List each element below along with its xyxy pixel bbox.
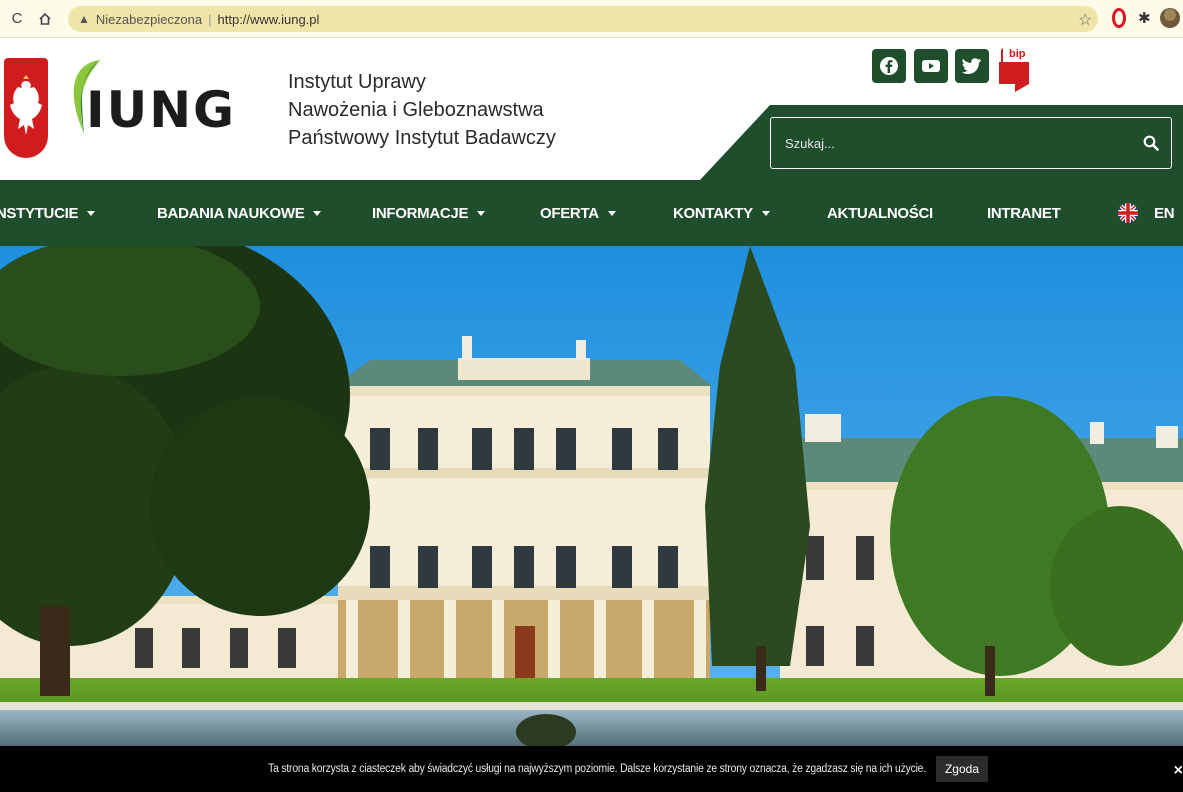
nav-label: INTRANET — [987, 204, 1061, 222]
extension-icon[interactable]: ✱ — [1138, 9, 1151, 27]
main-navigation: INSTYTUCIE BADANIA NAUKOWE INFORMACJE OF… — [0, 180, 1183, 246]
nav-item-kontakty[interactable]: KONTAKTY — [673, 180, 770, 246]
nav-label: INFORMACJE — [372, 204, 469, 222]
chevron-down-icon — [477, 210, 486, 216]
iung-logo[interactable]: IUNG — [86, 81, 236, 139]
facebook-icon[interactable] — [872, 49, 906, 83]
address-bar[interactable]: ▲ Niezabezpieczona | http://www.iung.pl — [68, 6, 1098, 32]
search-input[interactable] — [771, 118, 1131, 168]
search-icon[interactable] — [1131, 118, 1171, 168]
nav-label: KONTAKTY — [673, 204, 753, 222]
reload-icon[interactable]: C — [6, 8, 28, 30]
nav-item-intranet[interactable]: INTRANET — [987, 180, 1061, 246]
home-icon[interactable] — [34, 8, 56, 30]
nav-label: INSTYTUCIE — [0, 204, 79, 222]
cookie-text: Ta strona korzysta z ciasteczek aby świa… — [268, 763, 926, 775]
youtube-icon[interactable] — [914, 49, 948, 83]
chevron-down-icon — [607, 210, 616, 216]
polish-emblem-icon — [4, 58, 48, 158]
close-icon[interactable]: × — [1174, 762, 1183, 780]
bip-logo[interactable]: bip — [997, 48, 1031, 96]
nav-label: OFERTA — [540, 204, 599, 222]
chevron-down-icon — [761, 210, 770, 216]
twitter-icon[interactable] — [955, 49, 989, 83]
opera-icon[interactable] — [1112, 8, 1126, 28]
institute-name: Instytut Uprawy Nawożenia i Gleboznawstw… — [288, 68, 556, 152]
institute-line-1: Instytut Uprawy — [288, 71, 426, 93]
institute-line-3: Państwowy Instytut Badawczy — [288, 127, 556, 149]
language-label: EN — [1154, 204, 1175, 222]
profile-avatar[interactable] — [1160, 8, 1180, 28]
nav-label: AKTUALNOŚCI — [827, 204, 933, 222]
nav-item-aktualnosci[interactable]: AKTUALNOŚCI — [827, 180, 933, 246]
institute-line-2: Nawożenia i Gleboznawstwa — [288, 99, 544, 121]
nav-item-badania-naukowe[interactable]: BADANIA NAUKOWE — [157, 180, 322, 246]
chevron-down-icon — [313, 210, 322, 216]
search-box — [770, 117, 1172, 169]
url-text: http://www.iung.pl — [217, 11, 320, 27]
warning-icon: ▲ — [78, 12, 90, 26]
cookie-banner: Ta strona korzysta z ciasteczek aby świa… — [0, 746, 1183, 792]
language-switch-en[interactable]: EN — [1118, 180, 1175, 246]
chevron-down-icon — [87, 210, 96, 216]
nav-item-instytucie[interactable]: INSTYTUCIE — [0, 180, 96, 246]
nav-item-oferta[interactable]: OFERTA — [540, 180, 616, 246]
hero-image — [0, 246, 1183, 746]
security-label: Niezabezpieczona — [95, 11, 203, 27]
palace-photo — [0, 246, 1183, 746]
address-divider: | — [208, 11, 212, 27]
browser-toolbar: C ▲ Niezabezpieczona | http://www.iung.p… — [0, 0, 1183, 38]
nav-label: BADANIA NAUKOWE — [157, 204, 305, 222]
nav-item-informacje[interactable]: INFORMACJE — [372, 180, 486, 246]
bookmark-star-icon[interactable]: ☆ — [1078, 10, 1092, 30]
bip-label: bip — [1009, 48, 1026, 60]
cookie-accept-button[interactable]: Zgoda — [935, 756, 988, 782]
uk-flag-icon — [1118, 203, 1138, 223]
